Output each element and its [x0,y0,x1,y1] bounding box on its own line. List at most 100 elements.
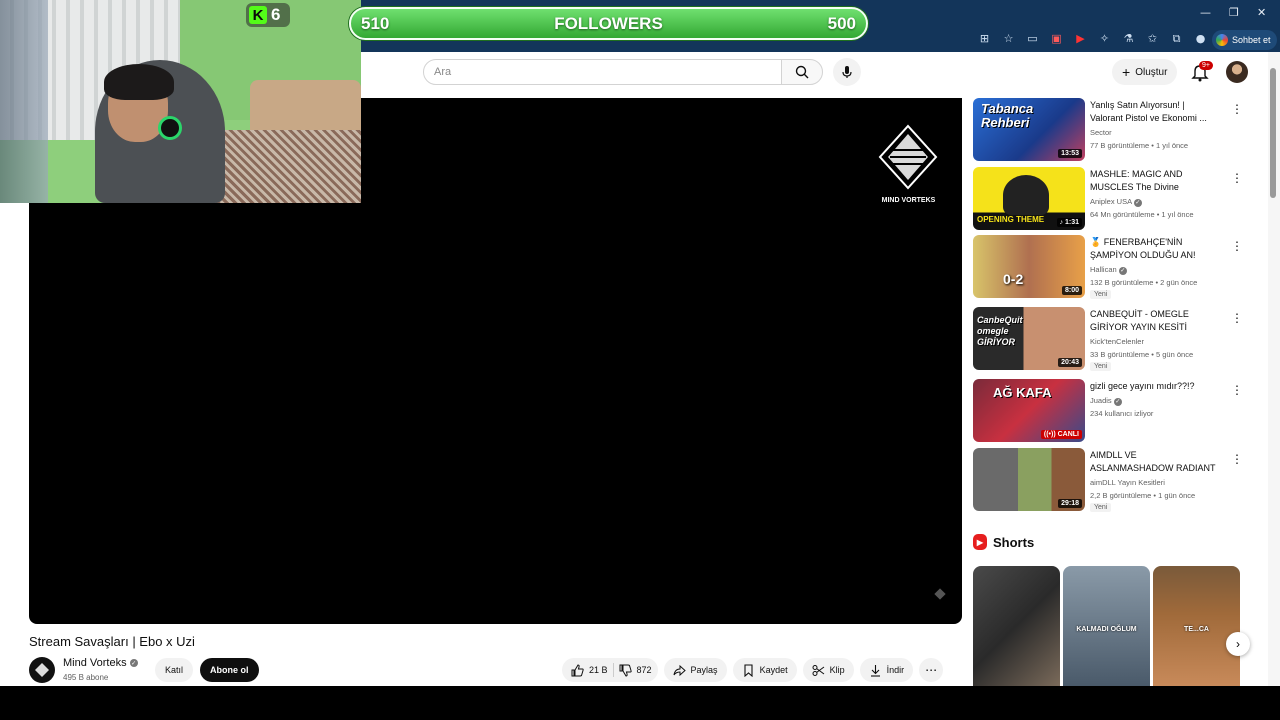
recommendation-title[interactable]: Yanlış Satın Alıyorsun! | Valorant Pisto… [1090,99,1220,125]
more-actions-button[interactable]: ⋯ [919,658,944,682]
recommendation-item[interactable]: 0-2 8:00 🏅 FENERBAHÇE'NİN ŞAMPİYON OLDUĞ… [973,235,1253,299]
microphone-icon [842,66,852,78]
screen: — ❐ ✕ ⊞ ☆ ▭ ▣ ▶ ✧ ⚗ ✩ ⧉ ● ⋯ Sohbet et [0,0,1280,720]
like-dislike-group: 21 B 872 [562,658,658,682]
live-badge: ((•)) CANLI [1040,430,1082,439]
video-thumbnail[interactable]: Tabanca Rehberi 13:53 [973,98,1085,161]
more-vertical-icon[interactable]: ⋮ [1231,102,1243,116]
chat-button[interactable]: Sohbet et [1212,30,1277,50]
recommendation-title[interactable]: MASHLE: MAGIC AND MUSCLES The Divine Vis… [1090,168,1220,194]
recommendation-channel[interactable]: Aniplex USA ✓ [1090,197,1142,207]
live-label: CANLI [1057,431,1079,438]
extension-puzzle-icon[interactable]: ✧ [1096,30,1113,47]
more-vertical-icon[interactable]: ⋮ [1231,171,1243,185]
recommendation-title[interactable]: 🏅 FENERBAHÇE'NİN ŞAMPİYON OLDUĞU AN! [1090,236,1220,262]
thumbs-up-icon [571,663,584,676]
shorts-next-button[interactable]: › [1226,632,1250,656]
shorts-header: ▶ Shorts [973,534,1034,550]
flask-icon[interactable]: ⚗ [1120,30,1137,47]
close-icon[interactable]: ✕ [1257,6,1266,19]
profile-icon[interactable]: ● [1192,30,1209,47]
followers-current: 510 [361,13,390,33]
video-player-top[interactable] [361,98,962,203]
recommendation-channel[interactable]: Sector [1090,128,1112,137]
more-vertical-icon[interactable]: ⋮ [1231,452,1243,466]
youtube-ext-icon[interactable]: ▶ [1072,30,1089,47]
recommendation-channel[interactable]: aimDLL Yayın Kesitleri [1090,478,1165,487]
recommendation-meta: 33 B görüntüleme • 5 gün önce [1090,350,1194,359]
bookmark-star-icon[interactable]: ☆ [1000,30,1017,47]
more-vertical-icon[interactable]: ⋮ [1231,239,1243,253]
verified-icon: ✓ [129,659,138,667]
recommendation-title[interactable]: CANBEQUİT - OMEGLE GİRİYOR YAYIN KESİTİ [1090,308,1220,334]
live-icon: ((•)) [1043,431,1058,438]
video-thumbnail[interactable]: CanbeQuit omegle GİRİYOR 20:43 [973,307,1085,370]
favorites-icon[interactable]: ✩ [1144,30,1161,47]
download-label: İndir [886,665,905,675]
join-button[interactable]: Katıl [155,658,194,682]
cast-icon[interactable]: ▭ [1024,30,1041,47]
minimize-icon[interactable]: — [1200,6,1211,19]
recommendation-item[interactable]: CanbeQuit omegle GİRİYOR 20:43 CANBEQUİT… [973,307,1253,371]
restore-icon[interactable]: ❐ [1229,6,1239,19]
collections-icon[interactable]: ⧉ [1168,30,1185,47]
video-duration: 13:53 [1058,149,1082,158]
recommendation-channel[interactable]: Kick'tenCelenler [1090,337,1144,346]
channel-avatar[interactable] [29,657,55,683]
recommendation-item[interactable]: Tabanca Rehberi 13:53 Yanlış Satın Alıyo… [973,98,1253,162]
new-badge: Yeni [1090,503,1112,512]
short-caption: KALMADI OĞLUM [1076,626,1137,633]
more-vertical-icon[interactable]: ⋮ [1231,311,1243,325]
share-icon [673,664,686,676]
recommendation-meta: 132 B görüntüleme • 2 gün önce [1090,278,1198,287]
clip-button[interactable]: Klip [802,658,854,682]
extension-red-icon[interactable]: ▣ [1048,30,1065,47]
install-app-icon[interactable]: ⊞ [976,30,993,47]
short-item[interactable]: TE...CA [1153,566,1240,686]
save-button[interactable]: Kaydet [732,658,797,682]
save-label: Kaydet [759,665,788,675]
subscribe-button[interactable]: Abone ol [200,658,259,682]
recommendation-channel[interactable]: Hallican ✓ [1090,265,1127,275]
video-thumbnail[interactable]: 0-2 8:00 [973,235,1085,298]
voice-search-button[interactable] [833,58,861,86]
scrollbar-thumb[interactable] [1270,68,1276,198]
webcam-overlay: K 6 [0,0,361,203]
search-icon [795,65,809,79]
recommendation-item[interactable]: AĞ KAFA ((•)) CANLI gizli gece yayını mı… [973,379,1253,443]
recommendation-meta: 77 B görüntüleme • 1 yıl önce [1090,141,1189,150]
recommendation-channel[interactable]: Juadis ✓ [1090,396,1122,406]
like-button[interactable]: 21 B [571,663,608,677]
new-badge: Yeni [1090,362,1112,371]
recommendation-item[interactable]: 29:18 AIMDLL VE ASLANMASHADOW RADIANT EL… [973,448,1253,512]
chat-button-label: Sohbet et [1232,35,1271,45]
webcam-person-hair [104,64,174,100]
short-item[interactable]: KALMADI OĞLUM [1063,566,1150,686]
video-duration: 20:43 [1058,358,1082,367]
recommendation-item[interactable]: OPENING THEME ♪ 1:31 MASHLE: MAGIC AND M… [973,167,1253,231]
video-thumbnail[interactable]: OPENING THEME ♪ 1:31 [973,167,1085,230]
duration-value: 1:31 [1064,219,1079,226]
channel-name[interactable]: Mind Vorteks [63,657,127,669]
short-item[interactable] [973,566,1060,686]
search-input[interactable]: Ara [423,59,782,85]
thumbnail-text: 0-2 [1003,271,1024,287]
kick-viewer-badge: K 6 [246,3,290,27]
video-thumbnail[interactable]: AĞ KAFA ((•)) CANLI [973,379,1085,442]
user-avatar[interactable] [1226,61,1248,83]
webcam-left-edge [0,0,48,203]
channel-name-row[interactable]: Mind Vorteks ✓ [63,657,138,669]
download-button[interactable]: İndir [859,658,914,682]
thumbnail-figure [1003,175,1049,215]
recommendation-title[interactable]: gizli gece yayını mıdır??!? [1090,380,1220,393]
create-button[interactable]: + Oluştur [1112,59,1178,85]
dislike-button[interactable]: 872 [619,664,652,677]
video-thumbnail[interactable]: 29:18 [973,448,1085,511]
more-horizontal-icon: ⋯ [925,663,938,677]
search-button[interactable] [781,59,823,85]
thumbnail-text: Tabanca Rehberi [981,101,1034,130]
download-icon [870,664,880,677]
more-vertical-icon[interactable]: ⋮ [1231,383,1243,397]
recommendation-title[interactable]: AIMDLL VE ASLANMASHADOW RADIANT ELODA 40… [1090,449,1220,475]
share-button[interactable]: Paylaş [663,658,727,682]
